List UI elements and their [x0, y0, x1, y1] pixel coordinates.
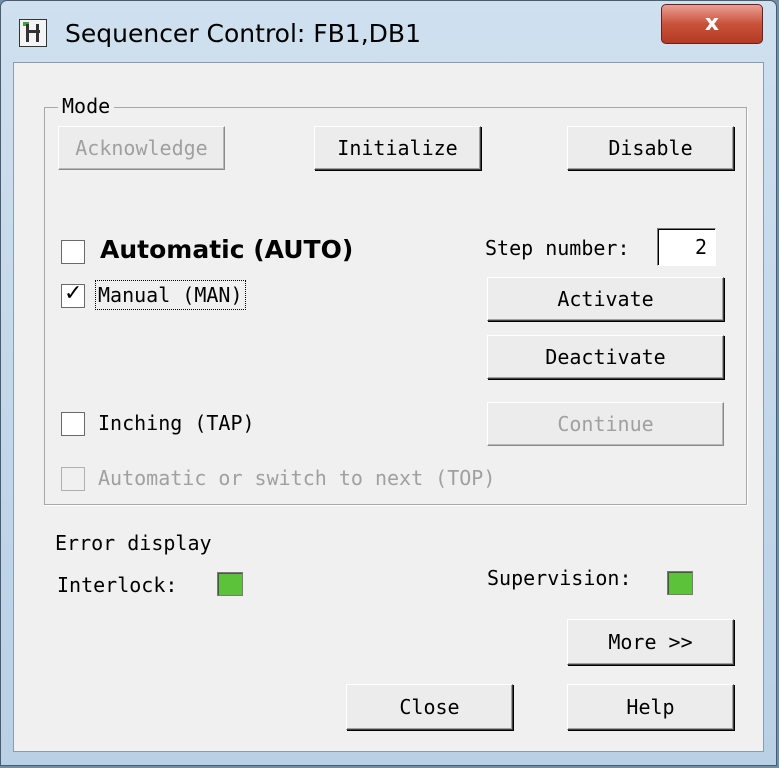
automatic-label[interactable]: Automatic (AUTO)	[100, 235, 353, 264]
initialize-button[interactable]: Initialize	[314, 126, 481, 170]
step-number-label: Step number:	[485, 236, 630, 260]
automatic-checkbox[interactable]	[61, 240, 85, 264]
continue-button[interactable]: Continue	[487, 402, 724, 446]
close-icon: x	[704, 11, 720, 36]
manual-checkbox[interactable]: ✓	[61, 281, 85, 308]
deactivate-button[interactable]: Deactivate	[487, 335, 724, 379]
close-button[interactable]: Close	[346, 684, 513, 730]
auto-next-label[interactable]: Automatic or switch to next (TOP)	[98, 466, 495, 490]
inching-label[interactable]: Inching (TAP)	[98, 411, 255, 435]
error-display-heading: Error display	[55, 531, 212, 555]
application-icon[interactable]	[19, 19, 47, 47]
manual-label[interactable]: Manual (MAN)	[95, 280, 246, 310]
interlock-status-indicator	[217, 572, 243, 596]
help-button[interactable]: Help	[567, 684, 734, 730]
step-number-field[interactable]: 2	[657, 228, 716, 266]
disable-button[interactable]: Disable	[567, 126, 734, 170]
activate-button[interactable]: Activate	[487, 277, 724, 321]
title-bar[interactable]: Sequencer Control: FB1,DB1 x	[1, 1, 776, 63]
close-window-button[interactable]: x	[661, 4, 763, 44]
supervision-status-indicator	[667, 571, 693, 595]
inching-checkbox[interactable]	[61, 412, 85, 436]
interlock-label: Interlock:	[57, 573, 178, 597]
more-button[interactable]: More >>	[567, 619, 734, 665]
acknowledge-button[interactable]: Acknowledge	[58, 126, 225, 170]
window-title: Sequencer Control: FB1,DB1	[65, 19, 421, 48]
mode-group-legend: Mode	[58, 94, 115, 118]
supervision-label: Supervision:	[487, 566, 632, 590]
auto-next-checkbox[interactable]	[61, 467, 85, 491]
dialog-client-area: Mode Acknowledge Initialize Disable Auto…	[13, 62, 764, 752]
checkmark-icon: ✓	[64, 281, 83, 306]
